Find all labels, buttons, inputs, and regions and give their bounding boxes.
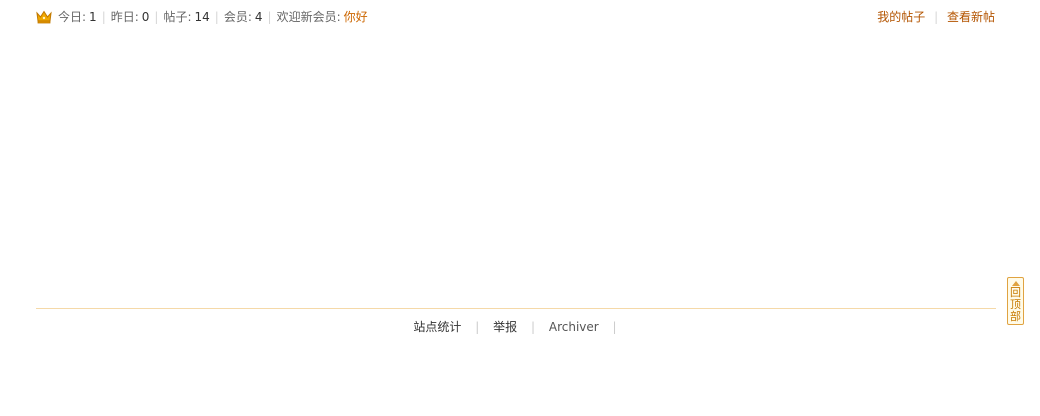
- separator: |: [934, 10, 939, 24]
- footer-divider: [36, 308, 996, 309]
- separator: |: [267, 10, 272, 24]
- separator: |: [530, 320, 536, 334]
- separator: |: [475, 320, 480, 334]
- separator: |: [154, 10, 159, 24]
- new-posts-link[interactable]: 查看新帖: [947, 10, 995, 24]
- my-posts-link[interactable]: 我的帖子: [877, 10, 925, 24]
- today-count: 1: [89, 10, 97, 24]
- posts-label: 帖子:: [163, 10, 192, 24]
- separator: |: [612, 320, 617, 334]
- members-label: 会员:: [223, 10, 252, 24]
- today-label: 今日:: [58, 10, 87, 24]
- newest-member-link[interactable]: 你好: [344, 8, 368, 26]
- user-links: 我的帖子 | 查看新帖: [877, 8, 995, 26]
- site-stats-link[interactable]: 站点统计: [413, 320, 461, 334]
- separator: |: [101, 10, 106, 24]
- welcome-label: 欢迎新会员:: [276, 10, 341, 24]
- report-link[interactable]: 举报: [493, 320, 517, 334]
- posts-count: 14: [194, 10, 210, 24]
- separator: |: [214, 10, 219, 24]
- forum-stats-bar: 今日: 1 | 昨日: 0 | 帖子: 14 | 会员: 4 | 欢迎新会员: …: [36, 8, 996, 26]
- archiver-link[interactable]: Archiver: [549, 320, 599, 334]
- stats-summary: 今日: 1 | 昨日: 0 | 帖子: 14 | 会员: 4 | 欢迎新会员: …: [36, 8, 368, 26]
- yesterday-label: 昨日:: [110, 10, 139, 24]
- back-to-top-label: 回顶部: [1010, 286, 1021, 323]
- members-count: 4: [254, 10, 263, 24]
- footer-links: 站点统计 | 举报 | Archiver |: [0, 318, 1040, 336]
- crown-icon: [36, 10, 52, 24]
- back-to-top-button[interactable]: 回顶部: [1007, 277, 1024, 325]
- yesterday-count: 0: [141, 10, 150, 24]
